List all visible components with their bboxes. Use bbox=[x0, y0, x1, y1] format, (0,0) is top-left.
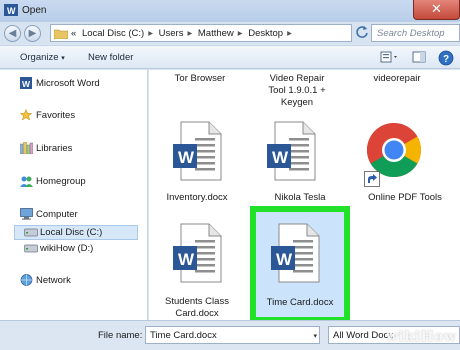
svg-text:W: W bbox=[178, 148, 195, 167]
preview-pane-icon[interactable] bbox=[412, 50, 426, 64]
file-name-value: Time Card.docx bbox=[150, 330, 217, 341]
open-dialog: W Open ✕ ◀ ▶ « Local Disc (C:) ▸ Users ▸ M… bbox=[0, 0, 460, 350]
svg-text:W: W bbox=[178, 250, 195, 269]
breadcrumb: « Local Disc (C:) ▸ Users ▸ Matthew ▸ Deskt… bbox=[71, 28, 295, 39]
navigation-pane: W Microsoft Word Favorites Libraries Hom… bbox=[0, 70, 148, 320]
word-app-icon: W bbox=[4, 4, 18, 16]
nav-item-network[interactable]: Network bbox=[36, 275, 71, 286]
view-options-icon[interactable] bbox=[380, 50, 400, 64]
nav-item-wikihow-drive[interactable]: wikiHow (D:) bbox=[40, 243, 93, 254]
file-label-videorepair[interactable]: videorepair bbox=[367, 73, 427, 85]
word-document-icon[interactable]: W bbox=[265, 120, 317, 182]
word-document-icon[interactable]: W bbox=[269, 222, 321, 284]
breadcrumb-separator[interactable]: ▸ bbox=[148, 28, 153, 39]
chevron-down-icon[interactable]: ▾ bbox=[313, 332, 317, 340]
back-button[interactable]: ◀ bbox=[4, 25, 21, 42]
file-label-online-pdf-tools[interactable]: Online PDF Tools bbox=[360, 192, 450, 204]
address-bar[interactable]: « Local Disc (C:) ▸ Users ▸ Matthew ▸ Deskt… bbox=[50, 24, 352, 42]
star-icon bbox=[20, 109, 32, 121]
file-label-inventory[interactable]: Inventory.docx bbox=[160, 192, 234, 204]
file-label-nikola-tesla[interactable]: Nikola Tesla bbox=[260, 192, 340, 204]
search-input[interactable]: Search Desktop bbox=[371, 24, 460, 42]
nav-item-homegroup[interactable]: Homegroup bbox=[36, 176, 86, 187]
word-icon: W bbox=[20, 77, 32, 89]
breadcrumb-separator[interactable]: ▸ bbox=[238, 28, 243, 39]
file-label-tor-browser[interactable]: Tor Browser bbox=[173, 73, 227, 85]
nav-item-microsoft-word[interactable]: Microsoft Word bbox=[36, 78, 100, 89]
help-icon[interactable]: ? bbox=[438, 50, 454, 66]
nav-item-local-disc[interactable]: Local Disc (C:) bbox=[40, 227, 102, 238]
toolbar: Organize ▾ New folder ? bbox=[0, 45, 460, 69]
title-bar: W Open ✕ bbox=[0, 0, 460, 22]
chevron-down-icon: ▾ bbox=[61, 55, 65, 62]
file-name-label: File name: bbox=[98, 330, 143, 341]
file-type-value: All Word Docu bbox=[333, 330, 394, 341]
forward-button[interactable]: ▶ bbox=[24, 25, 41, 42]
word-document-icon[interactable]: W bbox=[171, 120, 223, 182]
wikihow-watermark: wikiHow bbox=[386, 329, 457, 345]
word-document-icon[interactable]: W bbox=[171, 222, 223, 284]
nav-item-libraries[interactable]: Libraries bbox=[36, 143, 72, 154]
drive-icon bbox=[24, 244, 38, 253]
breadcrumb-matthew[interactable]: Matthew bbox=[198, 28, 234, 39]
folder-icon bbox=[54, 29, 68, 39]
breadcrumb-separator[interactable]: ▸ bbox=[187, 28, 192, 39]
address-row: ◀ ▶ « Local Disc (C:) ▸ Users ▸ Matthew ▸ D… bbox=[0, 22, 460, 44]
nav-item-favorites[interactable]: Favorites bbox=[36, 110, 75, 121]
breadcrumb-local-disc[interactable]: Local Disc (C:) bbox=[82, 28, 144, 39]
organize-label: Organize bbox=[20, 52, 59, 63]
svg-text:W: W bbox=[276, 250, 293, 269]
svg-text:W: W bbox=[22, 79, 31, 89]
file-label-time-card[interactable]: Time Card.docx bbox=[262, 297, 338, 309]
refresh-icon[interactable] bbox=[355, 25, 369, 39]
libraries-icon bbox=[20, 142, 33, 154]
svg-text:W: W bbox=[7, 6, 16, 16]
drive-icon bbox=[24, 228, 38, 237]
network-icon bbox=[20, 274, 33, 286]
file-label-students-class-card[interactable]: Students Class Card.docx bbox=[160, 296, 234, 320]
search-placeholder: Search Desktop bbox=[377, 28, 445, 39]
breadcrumb-separator[interactable]: ▸ bbox=[287, 28, 292, 39]
window-title: Open bbox=[22, 5, 47, 16]
file-name-input[interactable]: Time Card.docx ▾ bbox=[145, 326, 320, 344]
breadcrumb-overflow[interactable]: « bbox=[71, 28, 76, 39]
homegroup-icon bbox=[20, 176, 33, 187]
file-label-video-repair[interactable]: Video Repair Tool 1.9.0.1 + Keygen bbox=[257, 73, 337, 109]
svg-text:?: ? bbox=[443, 54, 449, 65]
breadcrumb-desktop[interactable]: Desktop bbox=[248, 28, 283, 39]
organize-button[interactable]: Organize ▾ bbox=[20, 52, 65, 63]
svg-text:W: W bbox=[272, 148, 289, 167]
shortcut-arrow-icon bbox=[364, 171, 380, 187]
computer-icon bbox=[20, 208, 33, 220]
nav-item-computer[interactable]: Computer bbox=[36, 209, 78, 220]
breadcrumb-users[interactable]: Users bbox=[159, 28, 184, 39]
new-folder-button[interactable]: New folder bbox=[88, 52, 133, 63]
close-button[interactable]: ✕ bbox=[413, 0, 460, 20]
